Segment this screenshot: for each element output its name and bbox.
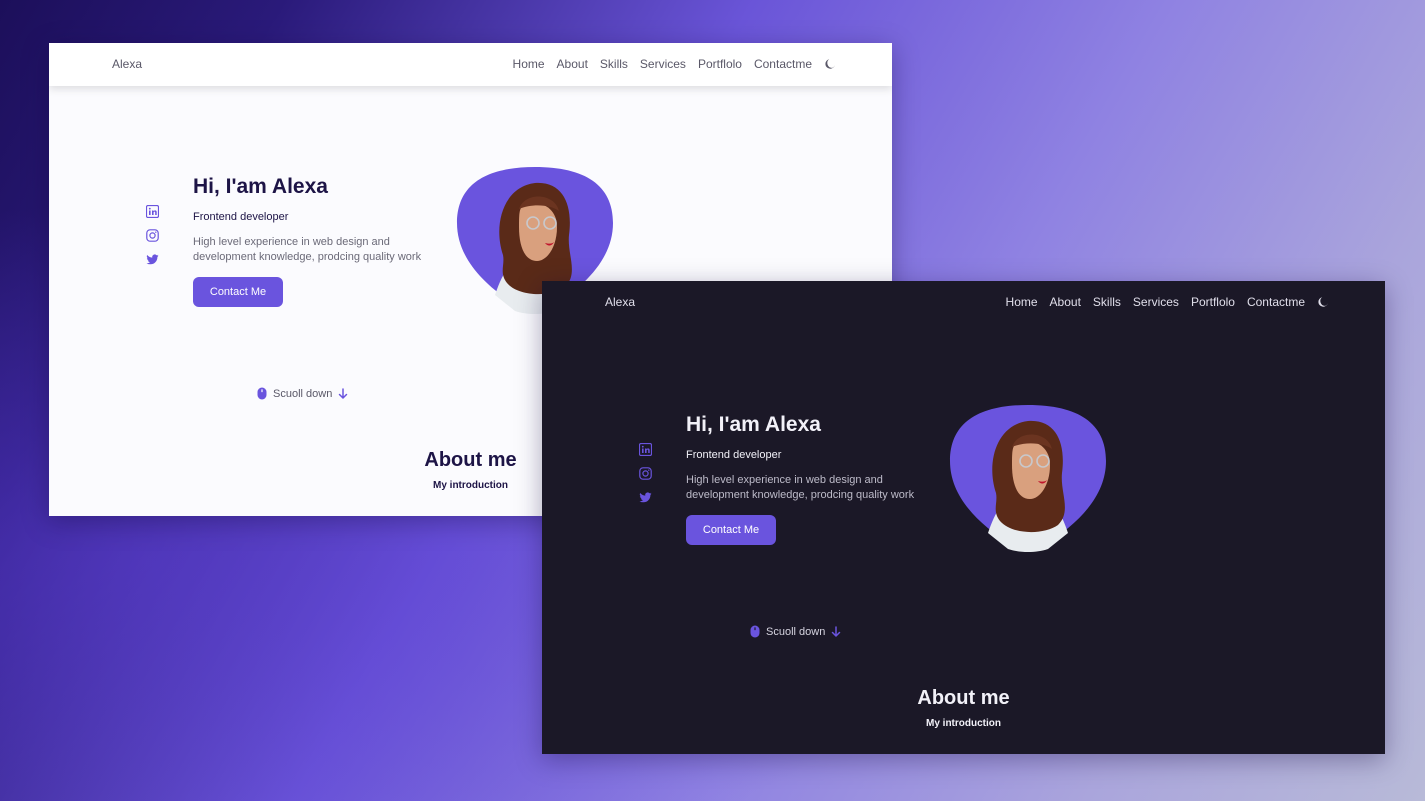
- brand-logo[interactable]: Alexa: [605, 295, 635, 309]
- arrow-down-icon: [339, 387, 348, 399]
- navbar: Alexa Home About Skills Services Portflo…: [542, 281, 1385, 324]
- hero-title: Hi, I'am Alexa: [686, 413, 821, 436]
- scroll-down-label: Scuoll down: [273, 387, 333, 400]
- scroll-down[interactable]: Scuoll down: [750, 625, 841, 638]
- nav-portfolio[interactable]: Portflolo: [1191, 295, 1235, 309]
- nav-links: Home About Skills Services Portflolo Con…: [501, 57, 836, 71]
- brand-logo[interactable]: Alexa: [112, 57, 142, 71]
- nav-services[interactable]: Services: [640, 57, 686, 71]
- linkedin-icon[interactable]: [146, 205, 159, 218]
- mouse-icon: [750, 625, 760, 638]
- hero-description: High level experience in web design and …: [686, 474, 915, 501]
- dark-theme-screenshot: Alexa Home About Skills Services Portflo…: [542, 281, 1385, 754]
- hero-subtitle: Frontend developer: [686, 449, 782, 461]
- nav-contact[interactable]: Contactme: [1247, 295, 1305, 309]
- mouse-icon: [257, 387, 267, 400]
- about-subtitle: My introduction: [926, 718, 1001, 729]
- nav-portfolio[interactable]: Portflolo: [698, 57, 742, 71]
- social-links: [639, 443, 652, 515]
- instagram-icon[interactable]: [146, 229, 159, 242]
- navbar: Alexa Home About Skills Services Portflo…: [49, 43, 892, 86]
- twitter-icon[interactable]: [639, 491, 652, 504]
- contact-me-button[interactable]: Contact Me: [686, 515, 776, 545]
- nav-links: Home About Skills Services Portflolo Con…: [994, 295, 1329, 309]
- scroll-down[interactable]: Scuoll down: [257, 387, 348, 400]
- nav-contact[interactable]: Contactme: [754, 57, 812, 71]
- moon-icon[interactable]: [824, 58, 836, 70]
- nav-home[interactable]: Home: [513, 57, 545, 71]
- nav-services[interactable]: Services: [1133, 295, 1179, 309]
- nav-about[interactable]: About: [557, 57, 588, 71]
- linkedin-icon[interactable]: [639, 443, 652, 456]
- scroll-down-label: Scuoll down: [766, 625, 826, 638]
- nav-about[interactable]: About: [1050, 295, 1081, 309]
- hero-title: Hi, I'am Alexa: [193, 175, 328, 198]
- nav-home[interactable]: Home: [1006, 295, 1038, 309]
- nav-skills[interactable]: Skills: [1093, 295, 1121, 309]
- contact-me-button[interactable]: Contact Me: [193, 277, 283, 307]
- profile-photo: [950, 405, 1106, 552]
- twitter-icon[interactable]: [146, 253, 159, 266]
- instagram-icon[interactable]: [639, 467, 652, 480]
- arrow-down-icon: [832, 625, 841, 637]
- moon-icon[interactable]: [1317, 296, 1329, 308]
- hero-description: High level experience in web design and …: [193, 236, 422, 263]
- social-links: [146, 205, 159, 277]
- nav-skills[interactable]: Skills: [600, 57, 628, 71]
- hero-subtitle: Frontend developer: [193, 211, 289, 223]
- about-title: About me: [917, 687, 1010, 709]
